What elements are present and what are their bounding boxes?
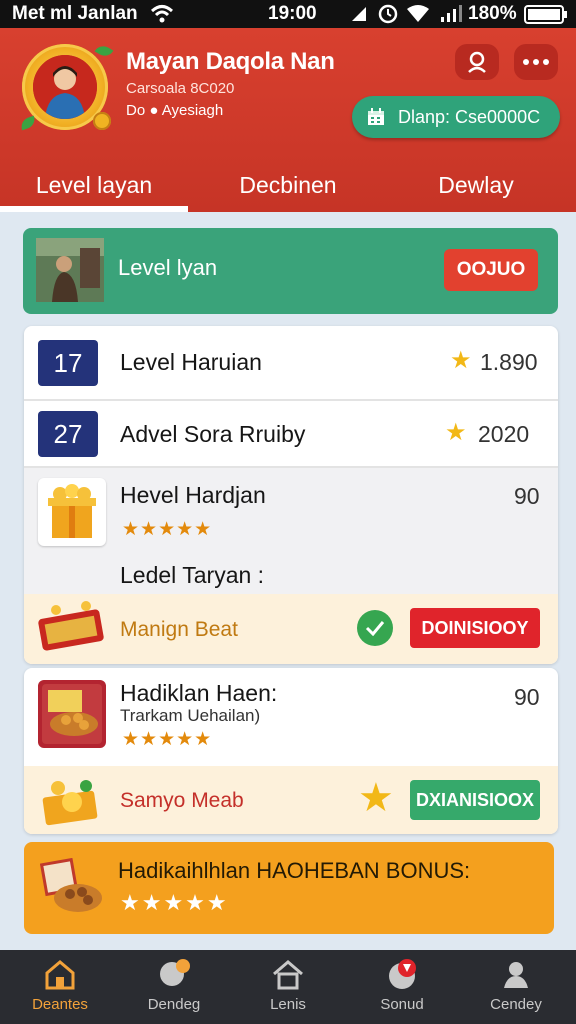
balance-button[interactable]: Dlanp: Cse0000C [352,96,560,138]
wifi-icon [150,4,174,29]
food-bowl-icon [42,684,102,744]
reward-label: Samyo Meab [120,789,244,812]
tab-label: Dewlay [438,171,514,198]
nav-item-sonud[interactable]: Sonud [354,958,450,1020]
signal-icon [350,5,368,28]
profile-icon [504,962,528,988]
bonus-stars: ★★★★★ [120,890,229,915]
tab-level-layan[interactable]: Level layan [0,160,188,210]
rating-stars: ★★★★★ [122,729,213,750]
battery-text: 180% [468,3,517,24]
nav-label: Deantes [32,996,88,1013]
tab-decbinen[interactable]: Decbinen [188,160,388,210]
chat-icon [160,959,190,986]
user-name: Mayan Daqola Nan [126,48,335,75]
avatar[interactable] [33,55,97,119]
coin-decoration-icon [93,112,111,130]
featured-label: Level lyan [118,255,218,280]
row-title: Level Haruian [120,349,262,375]
section-title: Ledel Taryan : [120,562,265,588]
active-tab-indicator [0,206,188,212]
wifi-strength-icon [406,5,430,28]
battery-icon [524,5,568,30]
tab-label: Decbinen [239,171,337,198]
reward-claim-button[interactable]: DXIANISIOOX [410,780,540,820]
trophy-icon [389,959,416,989]
nav-label: Sonud [380,996,424,1013]
star-icon: ★ [358,776,394,820]
balance-label: Dlanp: Cse0000C [398,106,541,127]
person-photo-icon [36,238,104,302]
item-thumbnail [38,478,106,546]
rank-badge: 27 [38,411,98,457]
item-title: Hevel Hardjan [120,482,266,508]
status-bar: Met ml Janlan 19:00 180% [0,0,576,28]
nav-item-profile[interactable]: Cendey [468,958,564,1020]
nav-label: Dendeg [147,996,201,1013]
nav-item-home[interactable]: Deantes [12,958,108,1020]
item-score: 90 [514,684,540,710]
carrier-text: Met ml Janlan [12,3,138,24]
row-title: Advel Sora Rruiby [120,421,306,447]
more-dots-icon [523,59,549,65]
gift-box-icon [48,484,96,538]
rating-stars: ★★★★★ [122,519,213,540]
nav-item-chat[interactable]: Dendeg [126,958,222,1020]
nav-label: Cendey [490,996,542,1013]
nav-item-lenis[interactable]: Lenis [240,958,336,1020]
row-score: 1.890 [480,349,538,375]
rank-badge: 17 [38,340,98,386]
item-thumbnail [38,680,106,748]
coin-basket-icon [42,780,98,826]
clock-text: 19:00 [268,3,317,24]
featured-thumbnail [36,238,104,302]
star-icon: ★ [445,419,467,446]
calendar-gift-icon [368,108,384,125]
treasure-chest-icon [38,601,104,651]
food-basket-icon [39,857,102,912]
user-status: Do ● Ayesiagh [126,102,224,119]
reward-label: Manign Beat [120,618,238,641]
star-icon: ★ [450,347,472,374]
more-button[interactable] [514,44,558,80]
row-score: 2020 [478,421,530,447]
reward-image [36,600,106,656]
user-id: Carsoala 8C020 [126,80,235,97]
tab-dewlay[interactable]: Dewlay [388,160,564,210]
item-score: 90 [514,483,540,509]
featured-action-button[interactable]: OOJUO [444,249,538,291]
cell-signal-icon [440,5,462,28]
house-icon [273,960,303,990]
bonus-title: Hadikaihlhlan HAOHEBAN BONUS: [118,858,471,883]
profile-button[interactable] [455,44,499,80]
person-outline-icon [468,51,486,73]
leaderboard-row[interactable] [24,326,558,400]
reward-image [38,772,102,828]
person-portrait-icon [33,55,97,119]
tab-label: Level layan [35,171,153,198]
nav-label: Lenis [270,996,306,1013]
check-icon [357,610,393,646]
item-subtitle: Trarkam Uehailan) [120,706,261,725]
home-icon [45,960,75,990]
reward-claim-button[interactable]: DOINISIOOY [410,608,540,648]
bonus-image [39,857,104,918]
alarm-icon [378,4,398,29]
item-title: Hadiklan Haen: [120,680,278,706]
